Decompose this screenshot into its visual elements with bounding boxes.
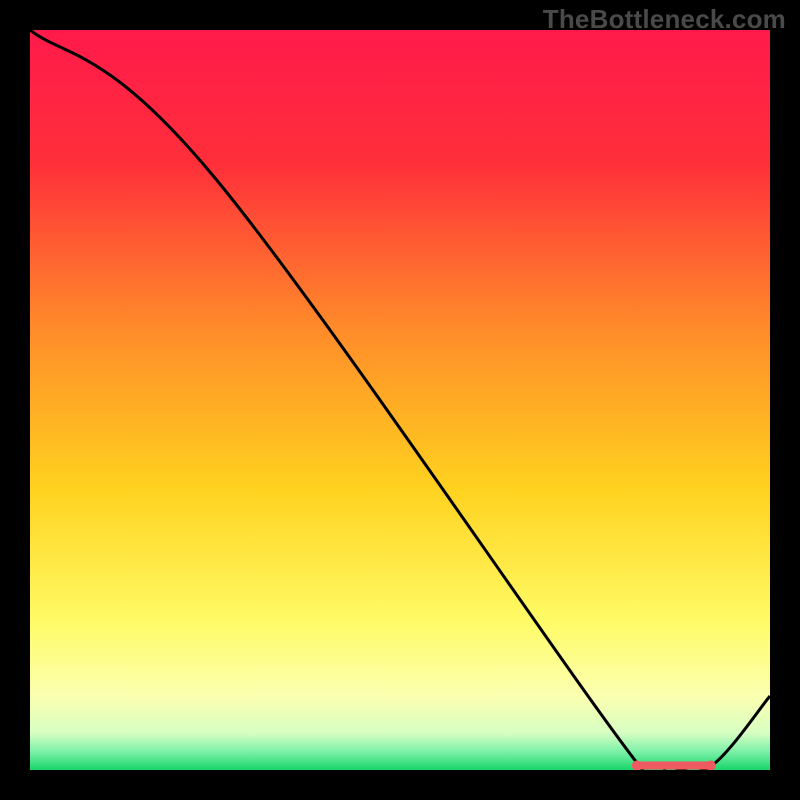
chart-line-layer (30, 30, 770, 770)
chart-frame: TheBottleneck.com (0, 0, 800, 800)
plot-area (30, 30, 770, 770)
marker-dots (632, 761, 716, 770)
watermark-text: TheBottleneck.com (543, 4, 786, 35)
valley-marker-capsule (637, 762, 711, 770)
bottleneck-curve (30, 30, 770, 770)
